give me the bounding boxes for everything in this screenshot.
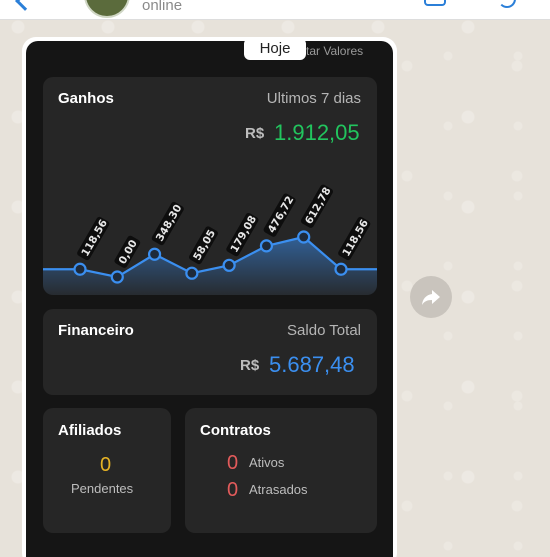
chart-data-label: 612,78 xyxy=(300,184,334,228)
forward-button[interactable] xyxy=(410,276,452,318)
contratos-atrasados-count: 0 xyxy=(227,479,239,501)
contratos-title: Contratos xyxy=(200,422,271,439)
financeiro-currency: R$ xyxy=(240,357,260,374)
chart-point xyxy=(259,239,274,253)
chart-data-label: 179,08 xyxy=(226,212,259,257)
chart-point xyxy=(147,247,162,261)
afiliados-panel: Afiliados 0 Pendentes xyxy=(43,408,171,533)
financeiro-subtitle: Saldo Total xyxy=(287,322,361,339)
video-call-icon[interactable] xyxy=(424,0,446,6)
chart-data-label-text: 58,05 xyxy=(191,228,218,263)
chart-point xyxy=(110,270,124,284)
contratos-atrasados-label: Atrasados xyxy=(249,482,308,497)
hint-text: tar Valores xyxy=(306,44,364,58)
chart-point xyxy=(297,230,311,244)
financeiro-panel: Financeiro Saldo Total R$ 5.687,48 xyxy=(43,309,377,395)
contratos-ativos-count: 0 xyxy=(227,452,239,474)
date-pill: Hoje xyxy=(244,38,306,60)
chart-data-label: 476,72 xyxy=(263,193,296,237)
financeiro-title: Financeiro xyxy=(58,322,134,339)
contact-status: online xyxy=(142,0,183,14)
afiliados-count: 0 xyxy=(100,454,112,476)
chart-point xyxy=(185,266,199,280)
contratos-panel: Contratos 0 Ativos 0 Atrasados xyxy=(185,408,377,533)
chart-data-label: 348,30 xyxy=(151,201,185,246)
chart-data-label: 58,05 xyxy=(189,226,218,265)
ganhos-panel: Ganhos Ultimos 7 dias R$ 1.912,05 118,56… xyxy=(43,77,377,295)
afiliados-label: Pendentes xyxy=(71,481,134,496)
phone-call-icon[interactable] xyxy=(498,0,516,8)
back-chevron-icon[interactable] xyxy=(15,0,35,11)
financeiro-total: 5.687,48 xyxy=(269,352,355,377)
chart-data-label: 118,56 xyxy=(338,216,371,261)
chart-point xyxy=(334,262,348,276)
chart-data-label: 118,56 xyxy=(77,216,110,261)
contratos-ativos-label: Ativos xyxy=(249,455,285,470)
chart-point xyxy=(222,258,236,272)
afiliados-title: Afiliados xyxy=(58,422,122,439)
chart-point xyxy=(73,262,87,276)
chat-header: online xyxy=(0,0,550,20)
contact-avatar[interactable] xyxy=(84,0,130,18)
forward-arrow-icon xyxy=(422,290,440,305)
ganhos-chart: 118,56 0,00348,3058,05 179,08 476,72 612,781… xyxy=(43,184,377,295)
